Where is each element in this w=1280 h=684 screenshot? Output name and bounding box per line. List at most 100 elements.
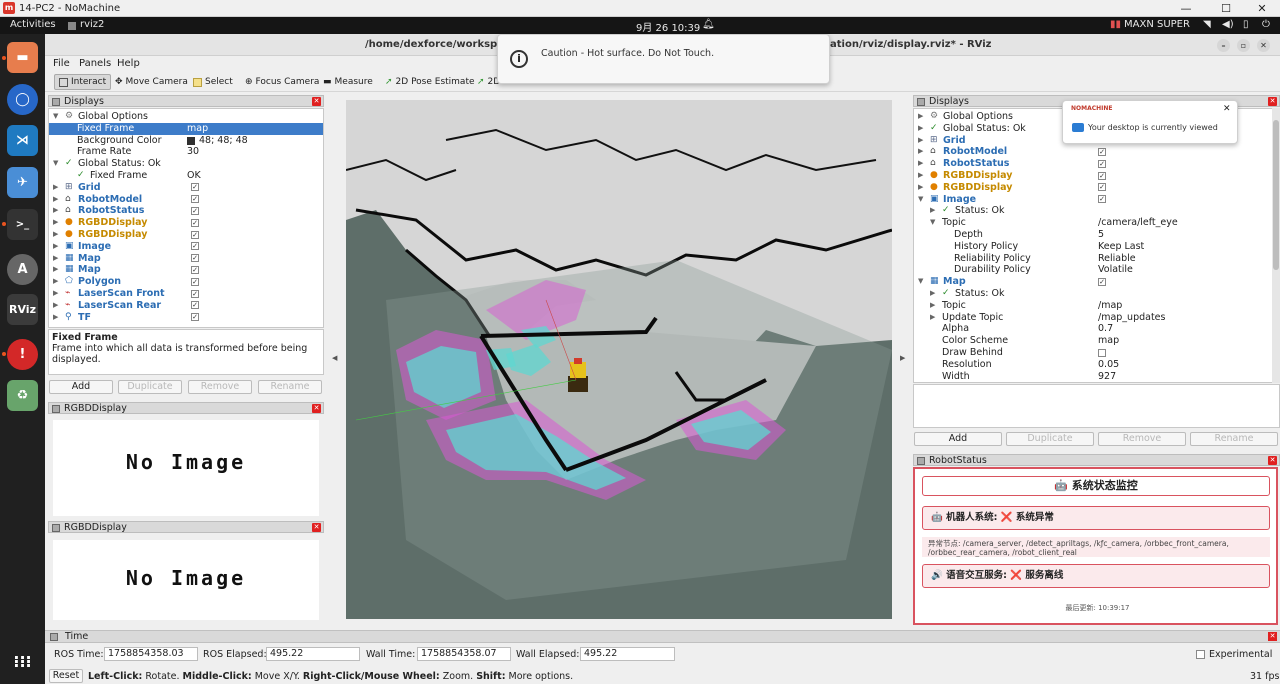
visibility-checkbox[interactable] bbox=[1098, 348, 1106, 357]
tree-row[interactable]: ▶ ⌂ RobotStatus ✓ bbox=[914, 158, 1279, 170]
expand-arrow-icon[interactable]: ▶ bbox=[53, 253, 58, 265]
tree-row-value[interactable]: Reliable bbox=[1098, 253, 1136, 265]
tree-row[interactable]: Depth 5 bbox=[914, 229, 1279, 241]
wall-time-field[interactable]: 1758854358.07 bbox=[417, 647, 511, 661]
tree-row[interactable]: ▶ ▦ Map ✓ bbox=[49, 253, 323, 265]
tree-row[interactable]: History Policy Keep Last bbox=[914, 241, 1279, 253]
tree-row[interactable]: Width 927 bbox=[914, 371, 1279, 382]
tree-row[interactable]: ▶ ⌂ RobotStatus ✓ bbox=[49, 205, 323, 217]
collapse-arrow-icon[interactable]: ▼ bbox=[918, 194, 923, 206]
tree-row[interactable]: ▶ ● RGBDDisplay ✓ bbox=[49, 217, 323, 229]
remove-button[interactable]: Remove bbox=[188, 380, 252, 394]
visibility-checkbox[interactable]: ✓ bbox=[1098, 147, 1106, 156]
menu-panels[interactable]: Panels bbox=[79, 58, 111, 69]
collapse-arrow-icon[interactable]: ▼ bbox=[930, 217, 935, 229]
tree-row-value[interactable]: 30 bbox=[187, 146, 199, 158]
panel-close-icon[interactable]: ✕ bbox=[1268, 97, 1277, 106]
splitter-right-icon[interactable]: ▶ bbox=[900, 354, 905, 362]
panel-close-icon[interactable]: ✕ bbox=[312, 404, 321, 413]
expand-arrow-icon[interactable]: ▶ bbox=[918, 182, 923, 194]
expand-arrow-icon[interactable]: ▶ bbox=[53, 288, 58, 300]
tree-row[interactable]: ▶ ▦ Map ✓ bbox=[49, 264, 323, 276]
tree-scrollbar[interactable] bbox=[1272, 108, 1280, 383]
rviz-minimize-button[interactable]: – bbox=[1217, 39, 1230, 52]
menu-help[interactable]: Help bbox=[117, 58, 140, 69]
tree-row-value[interactable]: Volatile bbox=[1098, 264, 1133, 276]
tree-row[interactable]: ▼ Topic/camera/left_eye bbox=[914, 217, 1279, 229]
tree-row[interactable]: Reliability Policy Reliable bbox=[914, 253, 1279, 265]
tree-row[interactable]: ▶ ✓ Status: Ok bbox=[914, 288, 1279, 300]
add-button[interactable]: Add bbox=[49, 380, 113, 394]
close-button[interactable]: ✕ bbox=[1244, 0, 1280, 17]
tree-row-value[interactable]: 927 bbox=[1098, 371, 1116, 382]
tool-measure[interactable]: ▬ Measure bbox=[319, 74, 377, 90]
expand-arrow-icon[interactable]: ▶ bbox=[53, 276, 58, 288]
visibility-checkbox[interactable]: ✓ bbox=[191, 313, 199, 322]
tree-row-value[interactable]: /map_updates bbox=[1098, 312, 1165, 324]
rviz-maximize-button[interactable]: ▫ bbox=[1237, 39, 1250, 52]
expand-arrow-icon[interactable]: ▶ bbox=[53, 217, 58, 229]
tree-row-value[interactable]: OK bbox=[187, 170, 201, 182]
tree-row[interactable]: ▶ Topic/map bbox=[914, 300, 1279, 312]
visibility-checkbox[interactable]: ✓ bbox=[1098, 159, 1106, 168]
tree-row[interactable]: ▶ ⌁ LaserScan Front ✓ bbox=[49, 288, 323, 300]
visibility-checkbox[interactable]: ✓ bbox=[191, 218, 199, 227]
tree-row[interactable]: Background Color 48; 48; 48 bbox=[49, 135, 323, 147]
visibility-checkbox[interactable]: ✓ bbox=[191, 242, 199, 251]
tree-row[interactable]: ▶ ▣ Image ✓ bbox=[49, 241, 323, 253]
panel-close-icon[interactable]: ✕ bbox=[1268, 632, 1277, 641]
expand-arrow-icon[interactable]: ▶ bbox=[930, 288, 935, 300]
maximize-button[interactable]: ☐ bbox=[1208, 0, 1244, 17]
duplicate-button[interactable]: Duplicate bbox=[118, 380, 182, 394]
tree-row[interactable]: Draw Behind bbox=[914, 347, 1279, 359]
visibility-checkbox[interactable]: ✓ bbox=[191, 195, 199, 204]
collapse-arrow-icon[interactable]: ▼ bbox=[53, 158, 58, 170]
tree-row-value[interactable]: /map bbox=[1098, 300, 1122, 312]
panel-close-icon[interactable]: ✕ bbox=[312, 523, 321, 532]
visibility-checkbox[interactable]: ✓ bbox=[191, 289, 199, 298]
chromium-icon[interactable]: ◯ bbox=[7, 84, 38, 115]
expand-arrow-icon[interactable]: ▶ bbox=[53, 229, 58, 241]
visibility-checkbox[interactable]: ✓ bbox=[191, 183, 199, 192]
visibility-checkbox[interactable]: ✓ bbox=[1098, 195, 1106, 204]
app-menu[interactable]: rviz2 bbox=[80, 19, 104, 30]
tree-row-value[interactable]: map bbox=[187, 123, 208, 135]
menu-file[interactable]: File bbox=[53, 58, 70, 69]
tree-row[interactable]: ▶ ⌁ LaserScan Rear ✓ bbox=[49, 300, 323, 312]
expand-arrow-icon[interactable]: ▶ bbox=[918, 158, 923, 170]
visibility-checkbox[interactable]: ✓ bbox=[1098, 171, 1106, 180]
minimize-button[interactable]: — bbox=[1168, 0, 1204, 17]
activities-button[interactable]: Activities bbox=[10, 19, 56, 30]
tree-row[interactable]: Resolution 0.05 bbox=[914, 359, 1279, 371]
tree-row[interactable]: ▶ ● RGBDDisplay ✓ bbox=[914, 182, 1279, 194]
tool-focus-camera[interactable]: ⊕ Focus Camera bbox=[241, 74, 323, 90]
tree-row[interactable]: Frame Rate 30 bbox=[49, 146, 323, 158]
expand-arrow-icon[interactable]: ▶ bbox=[918, 123, 923, 135]
tree-row[interactable]: Color Scheme map bbox=[914, 335, 1279, 347]
tree-row[interactable]: ▶ ✓ Status: Ok bbox=[914, 205, 1279, 217]
panel-close-icon[interactable]: ✕ bbox=[1268, 456, 1277, 465]
displays-tree-right[interactable]: ▶ ⚙ Global Options ▶ ✓ Global Status: Ok ▶ ⊞ Gri… bbox=[913, 108, 1280, 383]
expand-arrow-icon[interactable]: ▶ bbox=[53, 264, 58, 276]
visibility-checkbox[interactable]: ✓ bbox=[191, 265, 199, 274]
rviz-close-button[interactable]: ✕ bbox=[1257, 39, 1270, 52]
expand-arrow-icon[interactable]: ▶ bbox=[53, 182, 58, 194]
feishu-icon[interactable]: ✈ bbox=[7, 167, 38, 198]
tree-row[interactable]: Alpha 0.7 bbox=[914, 323, 1279, 335]
tree-row[interactable]: ▼ ▦ Map ✓ bbox=[914, 276, 1279, 288]
visibility-checkbox[interactable]: ✓ bbox=[191, 254, 199, 263]
add-button-right[interactable]: Add bbox=[914, 432, 1002, 446]
tree-row[interactable]: ▶ ⊞ Grid ✓ bbox=[49, 182, 323, 194]
software-updater-icon[interactable]: A bbox=[7, 254, 38, 285]
tree-row[interactable]: ▶ ⚲ TF ✓ bbox=[49, 312, 323, 324]
terminal-icon[interactable]: >_ bbox=[7, 209, 38, 240]
tree-row[interactable]: ✓ Fixed Frame OK bbox=[49, 170, 323, 182]
visibility-checkbox[interactable]: ✓ bbox=[191, 301, 199, 310]
tool-2d-pose-estimate[interactable]: ➚ 2D Pose Estimate bbox=[381, 74, 479, 90]
visibility-checkbox[interactable]: ✓ bbox=[1098, 183, 1106, 192]
tree-row-value[interactable]: Keep Last bbox=[1098, 241, 1144, 253]
expand-arrow-icon[interactable]: ▶ bbox=[918, 111, 923, 123]
remove-button-right[interactable]: Remove bbox=[1098, 432, 1186, 446]
scrollbar-thumb[interactable] bbox=[1273, 120, 1279, 270]
displays-tree-left[interactable]: ▼ ⚙ Global Options Fixed Frame map Background… bbox=[48, 108, 324, 328]
